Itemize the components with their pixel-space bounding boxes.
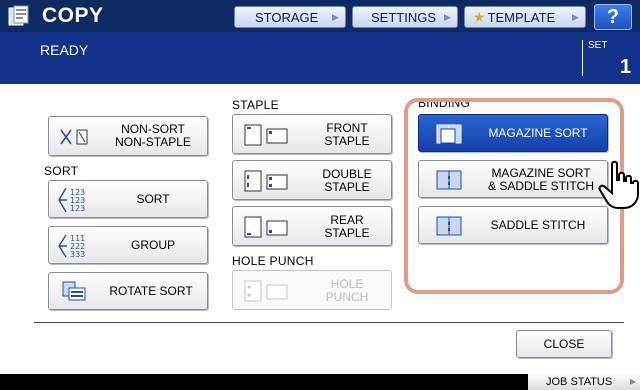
- copy-icon: [8, 5, 29, 26]
- magazine-sort-label: MAGAZINE SORT: [488, 126, 588, 140]
- status-bar: READY SET 1: [0, 32, 640, 84]
- footer-divider: [34, 322, 624, 323]
- storage-label: STORAGE: [255, 9, 319, 25]
- help-button[interactable]: ?: [594, 4, 632, 30]
- front-staple-icon: [244, 124, 288, 146]
- magazine-sort-saddle-stitch-button[interactable]: MAGAZINE SORT & SADDLE STITCH: [418, 160, 608, 198]
- group-button[interactable]: 111 222 333 GROUP: [48, 226, 208, 264]
- arrow-right-icon: ▶: [629, 377, 636, 386]
- template-button[interactable]: ★ TEMPLATE ▶: [464, 6, 586, 28]
- non-staple-label: NON-STAPLE: [115, 135, 191, 149]
- staple-section-label: STAPLE: [232, 98, 279, 112]
- group-label: GROUP: [130, 238, 175, 252]
- rear-staple-icon: [244, 216, 288, 238]
- job-status-button[interactable]: JOB STATUS ▶: [528, 374, 640, 390]
- front-staple-label: STAPLE: [324, 134, 370, 148]
- arrow-right-icon: ▶: [332, 12, 339, 22]
- saddle-stitch-button[interactable]: SADDLE STITCH: [418, 206, 608, 244]
- sort-icon: 123 123 123: [58, 187, 85, 213]
- close-button[interactable]: CLOSE: [516, 330, 612, 358]
- set-label: SET: [588, 40, 608, 51]
- rear-staple-label: STAPLE: [324, 226, 370, 240]
- set-count: 1: [620, 56, 632, 78]
- hole-punch-icon: [244, 280, 288, 302]
- rotate-sort-label: ROTATE SORT: [109, 284, 193, 298]
- title-bar: COPY STORAGE ▶ SETTINGS ▶ ★ TEMPLATE ▶ ?: [0, 0, 640, 32]
- magazine-sort-button[interactable]: MAGAZINE SORT: [418, 114, 608, 152]
- front-staple-button[interactable]: FRONT STAPLE: [232, 114, 392, 154]
- star-icon: ★: [473, 8, 486, 25]
- status-text: READY: [40, 42, 89, 58]
- punch-label: PUNCH: [325, 290, 369, 304]
- sort-button[interactable]: 123 123 123 SORT: [48, 180, 208, 218]
- job-status-label: JOB STATUS: [546, 376, 613, 388]
- double-staple-icon: [244, 170, 288, 192]
- saddle-book-icon: [436, 170, 462, 190]
- svg-text:123: 123: [70, 204, 85, 213]
- arrow-right-icon: ▶: [444, 12, 451, 22]
- hole-punch-section-label: HOLE PUNCH: [232, 254, 314, 268]
- app-title: COPY: [42, 4, 104, 27]
- settings-button[interactable]: SETTINGS ▶: [352, 6, 458, 28]
- sort-label: SORT: [136, 192, 170, 206]
- rear-staple-button[interactable]: REAR STAPLE: [232, 206, 392, 246]
- hole-punch-button[interactable]: HOLE PUNCH: [232, 270, 392, 310]
- saddle-stitch-label: SADDLE STITCH: [490, 218, 586, 232]
- hand-pointer-icon: [598, 160, 639, 209]
- non-sort-icon: [60, 129, 88, 145]
- sort-section-label: SORT: [44, 164, 79, 178]
- settings-label: SETTINGS: [371, 9, 437, 25]
- mag-saddle-stitch-label: & SADDLE STITCH: [487, 179, 595, 193]
- close-label: CLOSE: [543, 337, 585, 351]
- arrow-right-icon: ▶: [572, 12, 579, 22]
- storage-button[interactable]: STORAGE ▶: [234, 6, 346, 28]
- svg-text:333: 333: [70, 250, 85, 259]
- group-icon: 111 222 333: [58, 234, 85, 259]
- saddle-stitch-icon: [436, 216, 462, 236]
- non-sort-non-staple-button[interactable]: NON-SORT NON-STAPLE: [48, 116, 208, 156]
- double-staple-button[interactable]: DOUBLE STAPLE: [232, 160, 392, 200]
- rotate-sort-button[interactable]: ROTATE SORT: [48, 272, 208, 310]
- rotate-sort-icon: [62, 281, 86, 301]
- set-divider: [582, 40, 583, 76]
- magazine-sort-icon: [436, 124, 462, 144]
- template-label: TEMPLATE: [487, 9, 556, 25]
- double-staple-label: STAPLE: [324, 180, 370, 194]
